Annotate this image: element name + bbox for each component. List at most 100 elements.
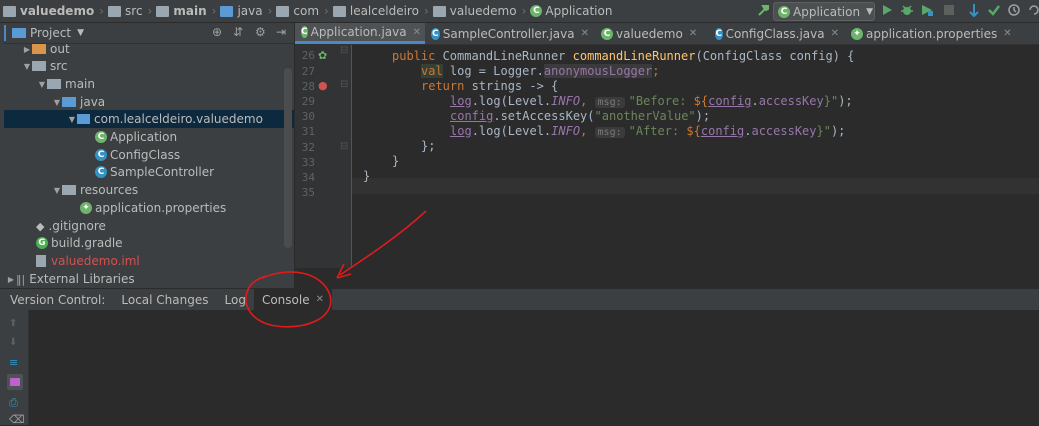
line-number: 35 [301, 186, 315, 199]
code-editor[interactable]: 26 27 28 29 30 31 32 33 34 35 ✿ ● ⊟ ⊟ ⊟ … [295, 45, 1039, 268]
source-folder-icon [62, 97, 76, 107]
soft-wrap-icon[interactable]: ≡ [9, 356, 21, 369]
string-literal: "Before: [628, 94, 694, 108]
line-number: 26 [301, 49, 315, 62]
fold-marker-icon[interactable]: ⊟ [340, 141, 348, 152]
tree-item-application[interactable]: C Application [0, 128, 294, 146]
breadcrumb-main[interactable]: main [153, 0, 210, 22]
chevron-down-icon[interactable]: ▼ [22, 62, 32, 71]
code-line-31: log.log(Level.INFO, msg: "After: ${config… [450, 124, 845, 139]
close-icon[interactable]: ✕ [1003, 28, 1011, 39]
tab-log[interactable]: Log [217, 289, 254, 310]
clear-icon[interactable]: ⌫ [9, 413, 25, 426]
build-hammer-icon[interactable] [757, 3, 771, 17]
breakpoint-lambda-icon[interactable]: ● [318, 79, 328, 92]
chevron-right-icon[interactable]: ▶ [22, 45, 32, 54]
scroll-to-end-button[interactable] [7, 374, 23, 390]
history-icon[interactable] [1007, 3, 1021, 17]
tree-item-java[interactable]: ▼ java [0, 93, 294, 111]
tree-item-external-libraries[interactable]: ▶ ‖| External Libraries [0, 270, 294, 288]
keyword: public [392, 49, 436, 63]
tree-item-main[interactable]: ▼ main [0, 75, 294, 93]
tab-application-java[interactable]: C Application.java ✕ [295, 23, 425, 44]
vcs-update-icon[interactable] [967, 3, 981, 17]
module-file-icon [36, 255, 46, 267]
line-number: 32 [301, 141, 315, 154]
breadcrumb-java[interactable]: java [217, 0, 266, 22]
tree-item-gitignore[interactable]: ◆ .gitignore [0, 217, 294, 235]
project-tool-window: Project ▼ ⊕ ⇵ ⚙ ⇥ ▶ out ▼ src ▼ main ▼ j… [0, 23, 295, 288]
tab-console[interactable]: Console ✕ [253, 289, 332, 310]
stop-icon[interactable] [942, 3, 956, 17]
spring-bean-gutter-icon[interactable]: ✿ [318, 49, 327, 62]
chevron-down-icon[interactable]: ▼ [52, 186, 62, 195]
tree-item-iml[interactable]: valuedemo.iml [0, 252, 294, 270]
project-scrollbar[interactable] [284, 68, 292, 248]
fold-marker-icon[interactable]: ⊟ [340, 45, 348, 56]
tree-item-package[interactable]: ▼ com.lealceldeiro.valuedemo [0, 110, 294, 128]
arrow-up-icon[interactable]: ⬆ [9, 318, 21, 330]
gear-icon[interactable]: ⚙ [255, 25, 266, 39]
tree-item-build-gradle[interactable]: G build.gradle [0, 234, 294, 252]
chevron-down-icon[interactable]: ▼ [67, 115, 77, 124]
field-name: accessKey [751, 124, 817, 138]
project-view-title[interactable]: Project [30, 26, 71, 40]
code-text: . [751, 94, 759, 108]
coverage-icon[interactable] [920, 3, 934, 17]
code-text: ); [838, 94, 853, 108]
keyword: return [421, 79, 465, 93]
chevron-right-icon[interactable]: ▶ [6, 275, 16, 284]
code-text: } [392, 154, 400, 168]
debug-icon[interactable] [900, 3, 914, 17]
hide-panel-icon[interactable]: ⇥ [276, 25, 286, 39]
tree-item-samplecontroller[interactable]: C SampleController [0, 163, 294, 181]
tab-valuedemo[interactable]: C valuedemo ✕ [595, 23, 709, 44]
breadcrumb-valuedemo[interactable]: valuedemo [430, 0, 521, 22]
tree-item-configclass[interactable]: C ConfigClass [0, 146, 294, 164]
print-icon[interactable]: ⎙ [9, 396, 21, 409]
arrow-down-icon[interactable]: ⬇ [9, 337, 21, 349]
tree-item-label: .gitignore [48, 219, 106, 233]
chevron-down-icon[interactable]: ▼ [52, 98, 62, 107]
tab-local-changes[interactable]: Local Changes [113, 289, 216, 310]
tab-application-properties[interactable]: ✦ application.properties ✕ [845, 23, 1025, 44]
run-icon[interactable] [880, 3, 894, 17]
folder-icon [47, 79, 61, 89]
breadcrumb-separator: › [521, 4, 527, 18]
breadcrumb-lealceldeiro[interactable]: lealceldeiro [330, 0, 423, 22]
close-icon[interactable]: ✕ [581, 28, 589, 39]
folder-icon [32, 61, 46, 71]
tab-configclass-java[interactable]: C ConfigClass.java ✕ [709, 23, 845, 44]
fold-marker-icon[interactable]: ⊟ [340, 79, 348, 90]
locate-icon[interactable]: ⊕ [212, 25, 222, 39]
breadcrumb-application[interactable]: C Application [527, 0, 616, 22]
tree-item-src[interactable]: ▼ src [0, 57, 294, 75]
collapse-all-icon[interactable]: ⇵ [233, 25, 243, 39]
tree-item-label: valuedemo.iml [51, 254, 140, 268]
tab-label: SampleController.java [442, 26, 575, 41]
chevron-down-icon[interactable]: ▼ [37, 80, 47, 89]
chevron-down-icon[interactable]: ▼ [77, 28, 84, 38]
line-number: 28 [301, 80, 315, 93]
breadcrumb-com[interactable]: com [273, 0, 323, 22]
revert-icon[interactable] [1027, 3, 1039, 17]
close-icon[interactable]: ✕ [689, 28, 697, 39]
breadcrumb-src[interactable]: src [105, 0, 147, 22]
breadcrumb-project[interactable]: valuedemo [0, 0, 98, 22]
tree-item-label: SampleController [110, 165, 215, 179]
code-line-32: }; [421, 139, 435, 154]
close-icon[interactable]: ✕ [413, 27, 421, 38]
line-number: 27 [301, 65, 315, 78]
breadcrumb-separator: › [99, 4, 105, 18]
tree-item-out[interactable]: ▶ out [0, 40, 294, 58]
tree-item-application-properties[interactable]: ✦ application.properties [0, 199, 294, 217]
close-icon[interactable]: ✕ [831, 28, 839, 39]
variable-name: log [450, 124, 472, 138]
code-line-30: config.setAccessKey("anotherValue"); [450, 109, 710, 124]
tree-item-resources[interactable]: ▼ resources [0, 181, 294, 199]
tab-samplecontroller-java[interactable]: C SampleController.java ✕ [425, 23, 595, 44]
vcs-commit-icon[interactable] [987, 3, 1001, 17]
close-icon[interactable]: ✕ [316, 294, 324, 305]
console-output[interactable] [0, 310, 1039, 425]
run-configuration-select[interactable]: C Application ▼ [773, 2, 875, 21]
